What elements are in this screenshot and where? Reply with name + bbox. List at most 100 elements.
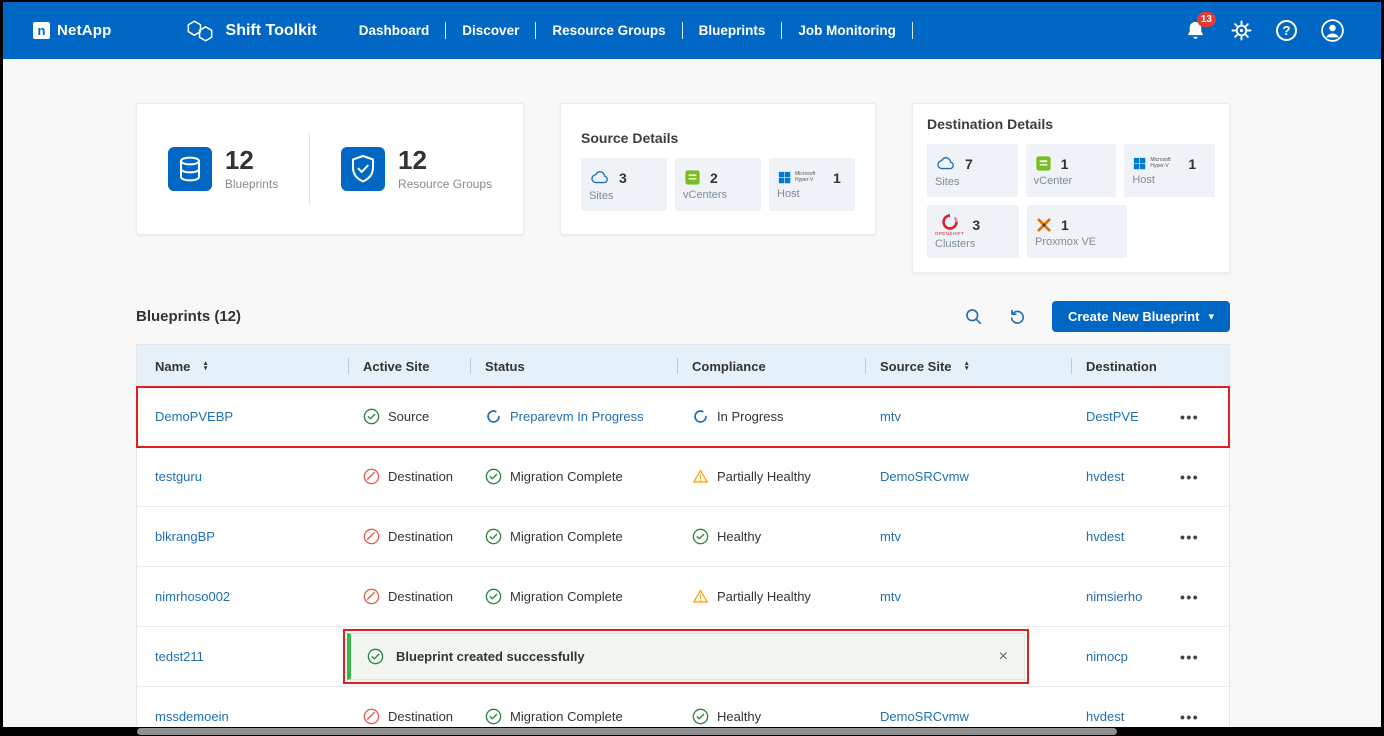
destination-clusters-tile: OPENSHIFT 3 Clusters bbox=[927, 205, 1019, 258]
summary-cards-row: 12 Blueprints 12 Resource Groups bbox=[136, 103, 1381, 273]
main-content: 12 Blueprints 12 Resource Groups bbox=[3, 59, 1381, 727]
source-host-count: 1 bbox=[833, 170, 841, 186]
destination-link[interactable]: hvdest bbox=[1086, 469, 1124, 484]
table-header-row: Name ▲▼ Active Site Status Compliance So… bbox=[137, 345, 1229, 387]
blueprints-section-header: Blueprints (12) Create New Blueprint ▾ bbox=[136, 301, 1230, 332]
warning-icon bbox=[692, 588, 709, 605]
table-row[interactable]: DemoPVEBP Source Preparevm In Progress I… bbox=[137, 387, 1229, 447]
refresh-button[interactable] bbox=[1008, 307, 1028, 327]
source-site-link[interactable]: mtv bbox=[880, 589, 901, 604]
search-icon bbox=[964, 307, 983, 326]
column-header-name[interactable]: Name ▲▼ bbox=[137, 345, 349, 387]
compliance-value: Healthy bbox=[717, 529, 761, 544]
screenshot-frame: n NetApp Shift Toolkit Dashboard Discove… bbox=[0, 0, 1384, 736]
source-details-card: Source Details 3 Sites 2 bbox=[560, 103, 876, 235]
source-check-icon bbox=[363, 408, 380, 425]
source-tiles: 3 Sites 2 vCenters bbox=[581, 158, 855, 211]
blueprint-name-link[interactable]: mssdemoein bbox=[155, 709, 229, 724]
table-row[interactable]: mssdemoein Destination Migration Complet… bbox=[137, 687, 1229, 727]
column-header-compliance: Compliance bbox=[678, 345, 866, 387]
destination-link[interactable]: DestPVE bbox=[1086, 409, 1139, 424]
row-actions-menu[interactable]: ••• bbox=[1180, 649, 1199, 665]
settings-button[interactable] bbox=[1230, 19, 1253, 42]
account-button[interactable] bbox=[1320, 18, 1345, 43]
blueprint-name-link[interactable]: nimrhoso002 bbox=[155, 589, 230, 604]
app-title: Shift Toolkit bbox=[226, 22, 317, 40]
blueprint-name-link[interactable]: testguru bbox=[155, 469, 202, 484]
source-vcenters-tile: 2 vCenters bbox=[675, 158, 761, 211]
destination-details-card: Destination Details 7 Sites bbox=[912, 103, 1230, 273]
horizontal-scrollbar-thumb[interactable] bbox=[137, 728, 1117, 735]
nav-item-blueprints[interactable]: Blueprints bbox=[683, 23, 782, 38]
check-circle-icon bbox=[692, 708, 709, 725]
row-actions-menu[interactable]: ••• bbox=[1180, 589, 1199, 605]
app-identity: Shift Toolkit bbox=[184, 17, 317, 45]
warning-icon bbox=[692, 468, 709, 485]
nav-item-discover[interactable]: Discover bbox=[446, 23, 535, 38]
source-site-link[interactable]: mtv bbox=[880, 409, 901, 424]
column-header-status: Status bbox=[471, 345, 678, 387]
blueprint-name-link[interactable]: DemoPVEBP bbox=[155, 409, 233, 424]
active-site-value: Destination bbox=[388, 589, 453, 604]
help-button[interactable]: ? bbox=[1276, 20, 1297, 41]
sort-icon[interactable]: ▲▼ bbox=[964, 361, 970, 372]
destination-link[interactable]: hvdest bbox=[1086, 709, 1124, 724]
source-site-link[interactable]: DemoSRCvmw bbox=[880, 709, 969, 724]
spinner-icon bbox=[692, 408, 709, 425]
brand-name: NetApp bbox=[57, 22, 112, 39]
status-value: Migration Complete bbox=[510, 589, 623, 604]
destination-clusters-count: 3 bbox=[972, 217, 980, 233]
nav-item-resource-groups[interactable]: Resource Groups bbox=[536, 23, 681, 38]
nav-item-job-monitoring[interactable]: Job Monitoring bbox=[782, 23, 911, 38]
status-value: Preparevm In Progress bbox=[510, 409, 644, 424]
row-actions-menu[interactable]: ••• bbox=[1180, 409, 1199, 425]
table-row[interactable]: blkrangBP Destination Migration Complete… bbox=[137, 507, 1229, 567]
compliance-value: Partially Healthy bbox=[717, 469, 811, 484]
refresh-icon bbox=[1008, 307, 1027, 326]
blueprints-total-stat: 12 Blueprints bbox=[168, 147, 278, 191]
check-circle-icon bbox=[692, 528, 709, 545]
search-button[interactable] bbox=[964, 307, 984, 327]
source-site-link[interactable]: mtv bbox=[880, 529, 901, 544]
cloud-icon bbox=[935, 154, 957, 174]
nav-item-dashboard[interactable]: Dashboard bbox=[343, 23, 446, 38]
blueprint-name-link[interactable]: blkrangBP bbox=[155, 529, 215, 544]
row-actions-menu[interactable]: ••• bbox=[1180, 469, 1199, 485]
destination-link[interactable]: nimsierho bbox=[1086, 589, 1142, 604]
destination-marker-icon bbox=[363, 708, 380, 725]
nav-divider bbox=[912, 22, 913, 39]
column-header-source-site[interactable]: Source Site ▲▼ bbox=[866, 345, 1072, 387]
main-nav: Dashboard Discover Resource Groups Bluep… bbox=[343, 22, 913, 39]
row-actions-menu[interactable]: ••• bbox=[1180, 529, 1199, 545]
table-row[interactable]: nimrhoso002 Destination Migration Comple… bbox=[137, 567, 1229, 627]
destination-host-label: Host bbox=[1132, 174, 1207, 186]
destination-clusters-label: Clusters bbox=[935, 238, 1011, 250]
destination-link[interactable]: nimocp bbox=[1086, 649, 1128, 664]
table-row[interactable]: tedst211 nimocp ••• Blueprint created su… bbox=[137, 627, 1229, 687]
destination-host-tile: Microsoft Hyper-V 1 Host bbox=[1124, 144, 1215, 197]
shield-icon bbox=[341, 147, 385, 191]
blueprints-count-label: Blueprints bbox=[225, 177, 278, 191]
blueprint-name-link[interactable]: tedst211 bbox=[155, 649, 204, 664]
table-row[interactable]: testguru Destination Migration Complete … bbox=[137, 447, 1229, 507]
check-circle-icon bbox=[485, 468, 502, 485]
sort-icon[interactable]: ▲▼ bbox=[202, 361, 208, 372]
vcenter-icon bbox=[1034, 154, 1053, 173]
source-host-tile: Microsoft Hyper-V 1 Host bbox=[769, 158, 855, 211]
source-site-link[interactable]: DemoSRCvmw bbox=[880, 469, 969, 484]
horizontal-scrollbar-track[interactable] bbox=[3, 727, 1381, 736]
toast-close-icon[interactable]: × bbox=[999, 648, 1008, 666]
destination-vcenter-label: vCenter bbox=[1034, 175, 1109, 187]
column-header-actions bbox=[1172, 345, 1231, 387]
destination-vcenter-tile: 1 vCenter bbox=[1026, 144, 1117, 197]
create-new-blueprint-button[interactable]: Create New Blueprint ▾ bbox=[1052, 301, 1230, 332]
success-toast: Blueprint created successfully × bbox=[347, 633, 1025, 680]
destination-details-title: Destination Details bbox=[927, 116, 1215, 132]
notifications-button[interactable]: 13 bbox=[1184, 19, 1207, 42]
row-actions-menu[interactable]: ••• bbox=[1180, 709, 1199, 725]
destination-marker-icon bbox=[363, 468, 380, 485]
destination-link[interactable]: hvdest bbox=[1086, 529, 1124, 544]
active-site-value: Destination bbox=[388, 469, 453, 484]
column-header-destination: Destination bbox=[1072, 345, 1172, 387]
hyperv-caption: Microsoft Hyper-V bbox=[1150, 158, 1180, 170]
